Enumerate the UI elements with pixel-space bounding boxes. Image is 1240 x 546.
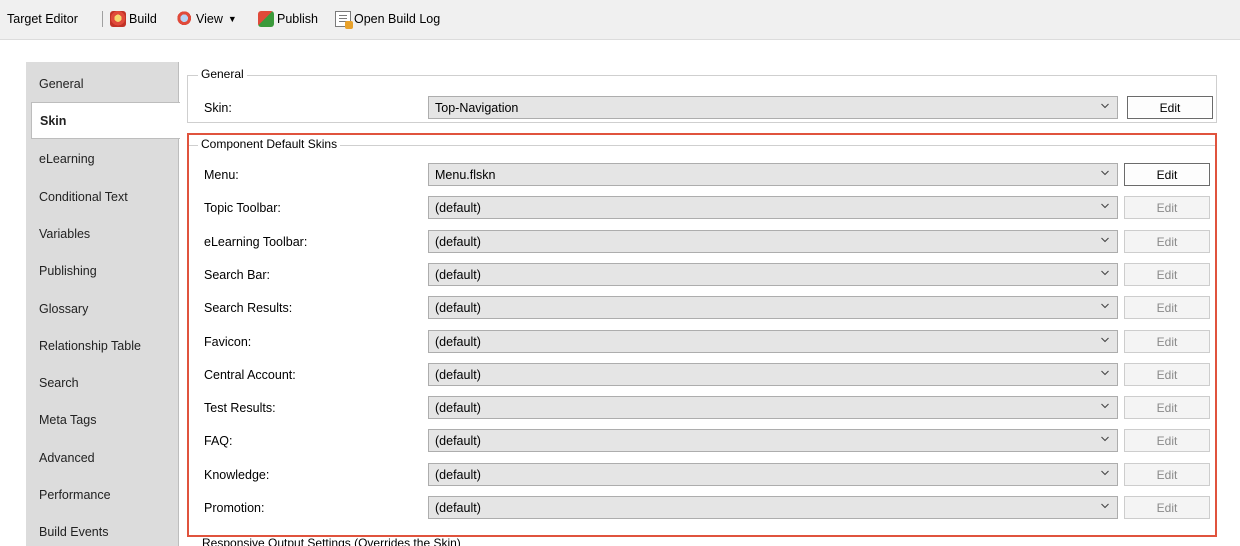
open-build-log-label: Open Build Log: [354, 12, 441, 26]
favicon-select[interactable]: (default): [428, 330, 1118, 353]
central-account-select-value: (default): [435, 367, 481, 382]
test-results-select[interactable]: (default): [428, 396, 1118, 419]
menu-label: Menu:: [204, 168, 239, 182]
tab-elearning[interactable]: eLearning: [26, 140, 179, 178]
chevron-down-icon: [1101, 237, 1109, 243]
tab-meta-tags[interactable]: Meta Tags: [26, 401, 179, 439]
build-label: Build: [129, 12, 157, 26]
search-bar-edit-button[interactable]: Edit: [1124, 263, 1210, 286]
test-results-label: Test Results:: [204, 401, 276, 415]
elearning-toolbar-edit-button[interactable]: Edit: [1124, 230, 1210, 253]
chevron-down-icon: [1101, 303, 1109, 309]
knowledge-select-value: (default): [435, 467, 481, 482]
view-label: View: [196, 12, 223, 26]
favicon-label: Favicon:: [204, 335, 252, 349]
search-results-select-value: (default): [435, 300, 481, 315]
view-icon: [177, 11, 193, 27]
menu-select-value: Menu.flskn: [435, 167, 496, 182]
build-log-icon: [335, 11, 353, 29]
chevron-down-icon: [1101, 370, 1109, 376]
responsive-output-settings-title: Responsive Output Settings (Overrides th…: [202, 536, 461, 546]
chevron-down-icon[interactable]: ▼: [228, 14, 237, 24]
tab-variables[interactable]: Variables: [26, 215, 179, 253]
tab-skin[interactable]: Skin: [31, 102, 180, 139]
build-icon: [110, 11, 126, 27]
tab-performance[interactable]: Performance: [26, 476, 179, 514]
search-results-label: Search Results:: [204, 301, 293, 315]
knowledge-label: Knowledge:: [204, 468, 270, 482]
elearning-toolbar-select[interactable]: (default): [428, 230, 1118, 253]
favicon-edit-button[interactable]: Edit: [1124, 330, 1210, 353]
toolbar-separator: [102, 11, 103, 27]
topic-toolbar-select[interactable]: (default): [428, 196, 1118, 219]
topic-toolbar-edit-button[interactable]: Edit: [1124, 196, 1210, 219]
faq-edit-button[interactable]: Edit: [1124, 429, 1210, 452]
menu-select[interactable]: Menu.flskn: [428, 163, 1118, 186]
faq-select[interactable]: (default): [428, 429, 1118, 452]
tab-relationship-table[interactable]: Relationship Table: [26, 327, 179, 365]
knowledge-edit-button[interactable]: Edit: [1124, 463, 1210, 486]
search-bar-label: Search Bar:: [204, 268, 271, 282]
general-group-title: General: [198, 67, 247, 81]
tab-advanced[interactable]: Advanced: [26, 439, 179, 477]
faq-label: FAQ:: [204, 434, 233, 448]
search-bar-select-value: (default): [435, 267, 481, 282]
chevron-down-icon: [1101, 436, 1109, 442]
tab-conditional-text[interactable]: Conditional Text: [26, 178, 179, 216]
chevron-down-icon: [1101, 470, 1109, 476]
skin-select[interactable]: Top-Navigation: [428, 96, 1118, 119]
promotion-select-value: (default): [435, 500, 481, 515]
central-account-select[interactable]: (default): [428, 363, 1118, 386]
promotion-select[interactable]: (default): [428, 496, 1118, 519]
topic-toolbar-label: Topic Toolbar:: [204, 201, 281, 215]
publish-icon: [258, 11, 274, 27]
tab-general[interactable]: General: [26, 65, 179, 103]
tab-build-events[interactable]: Build Events: [26, 513, 179, 546]
chevron-down-icon: [1101, 103, 1109, 109]
editor-title: Target Editor: [7, 12, 78, 26]
chevron-down-icon: [1101, 170, 1109, 176]
editor-toolbar: Target Editor Build View ▼ Publish Open …: [0, 0, 1240, 40]
faq-select-value: (default): [435, 433, 481, 448]
build-button[interactable]: Build: [110, 9, 157, 29]
open-build-log-button[interactable]: Open Build Log: [335, 9, 440, 29]
publish-label: Publish: [277, 12, 318, 26]
knowledge-select[interactable]: (default): [428, 463, 1118, 486]
chevron-down-icon: [1101, 503, 1109, 509]
topic-toolbar-select-value: (default): [435, 200, 481, 215]
tab-publishing[interactable]: Publishing: [26, 252, 179, 290]
search-bar-select[interactable]: (default): [428, 263, 1118, 286]
publish-button[interactable]: Publish: [258, 9, 318, 29]
central-account-label: Central Account:: [204, 368, 296, 382]
central-account-edit-button[interactable]: Edit: [1124, 363, 1210, 386]
favicon-select-value: (default): [435, 334, 481, 349]
tab-glossary[interactable]: Glossary: [26, 290, 179, 328]
elearning-toolbar-label: eLearning Toolbar:: [204, 235, 308, 249]
promotion-edit-button[interactable]: Edit: [1124, 496, 1210, 519]
skin-select-value: Top-Navigation: [435, 100, 519, 115]
component-default-skins-title: Component Default Skins: [198, 137, 341, 151]
menu-edit-button[interactable]: Edit: [1124, 163, 1210, 186]
tab-search[interactable]: Search: [26, 364, 179, 402]
chevron-down-icon: [1101, 203, 1109, 209]
test-results-edit-button[interactable]: Edit: [1124, 396, 1210, 419]
promotion-label: Promotion:: [204, 501, 265, 515]
chevron-down-icon: [1101, 403, 1109, 409]
elearning-toolbar-select-value: (default): [435, 234, 481, 249]
skin-edit-button[interactable]: Edit: [1127, 96, 1213, 119]
search-results-select[interactable]: (default): [428, 296, 1118, 319]
chevron-down-icon: [1101, 270, 1109, 276]
view-button[interactable]: View ▼: [177, 9, 237, 29]
search-results-edit-button[interactable]: Edit: [1124, 296, 1210, 319]
test-results-select-value: (default): [435, 400, 481, 415]
chevron-down-icon: [1101, 337, 1109, 343]
skin-label: Skin:: [204, 101, 232, 115]
